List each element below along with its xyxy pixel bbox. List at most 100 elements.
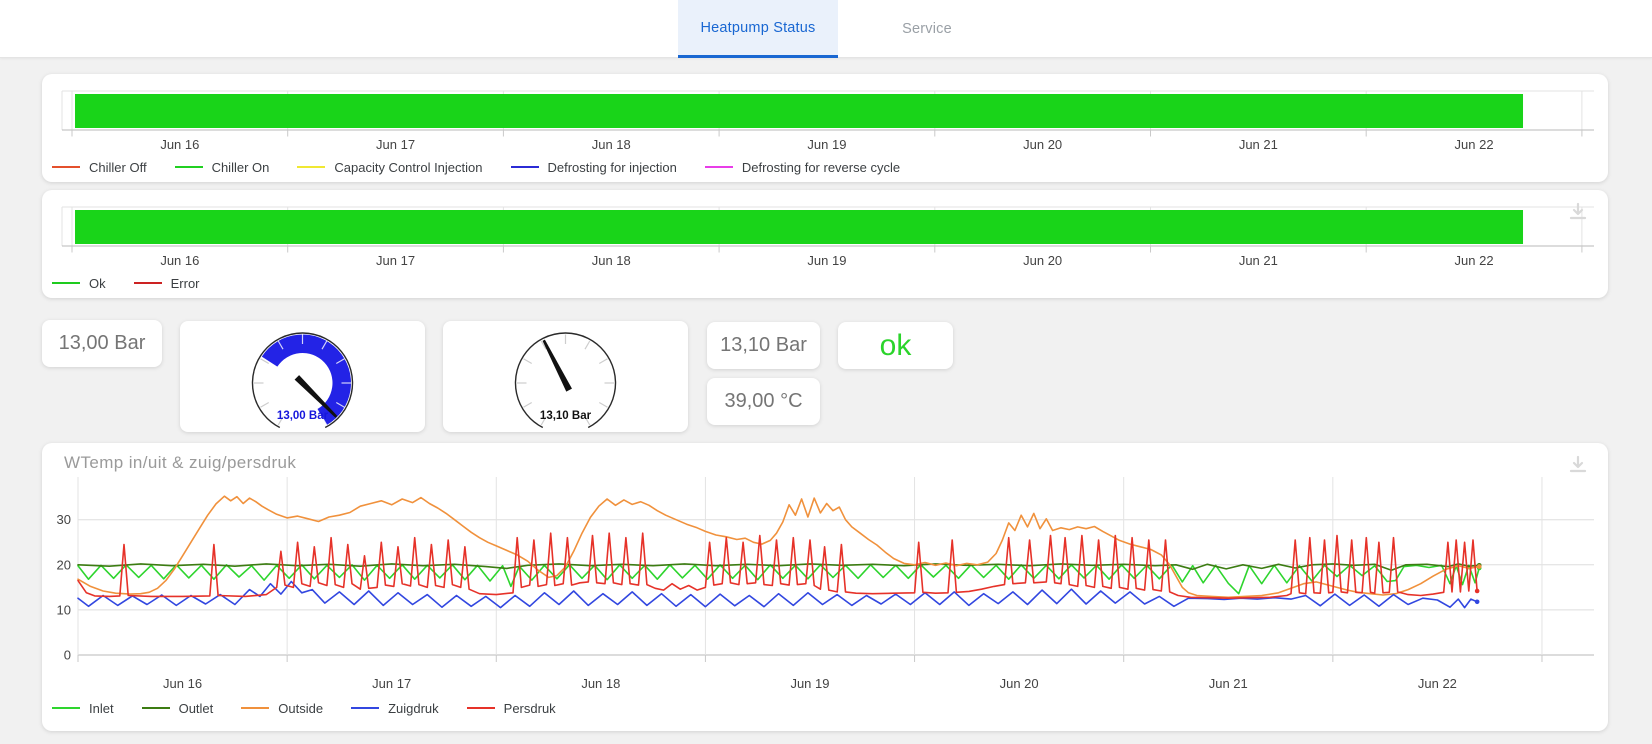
legend-swatch <box>297 166 326 168</box>
gauge-value-label: 13,00 Bar <box>277 410 329 422</box>
tab-bar: Heatpump Status Service <box>678 0 1002 58</box>
widget-row: 13,00 Bar 13,00 Bar 13,10 Bar 13,10 Bar … <box>42 320 1608 432</box>
legend-item: Outlet <box>141 700 214 716</box>
suction-pressure-gauge: 13,00 Bar <box>251 332 354 429</box>
y-axis-label: 10 <box>57 602 71 617</box>
y-axis-label: 20 <box>57 557 71 572</box>
x-axis-label: Jun 17 <box>372 676 411 691</box>
x-axis-label: Jun 22 <box>1418 676 1457 691</box>
gauge-tick <box>584 340 591 350</box>
legend-label: Chiller Off <box>89 159 147 175</box>
discharge-pressure-gauge: 13,10 Bar <box>514 332 617 429</box>
legend-item: Capacity Control Injection <box>297 159 483 175</box>
legend-item: Ok <box>52 276 106 291</box>
discharge-pressure-gauge-card: 13,10 Bar <box>443 321 688 432</box>
legend-item: Chiller On <box>174 159 270 175</box>
x-axis-label: Jun 21 <box>1239 137 1278 152</box>
x-axis-label: Jun 18 <box>592 253 631 268</box>
ok-error-panel: Jun 16 Jun 17 Jun 18 Jun 19 Jun 20 Jun 21 Jun … <box>42 190 1608 298</box>
x-axis-label: Jun 19 <box>790 676 829 691</box>
x-axis-label: Jun 18 <box>581 676 620 691</box>
gauge-tick <box>260 401 270 408</box>
series-endpoint <box>1474 588 1480 594</box>
y-axis-label: 0 <box>64 648 71 663</box>
x-axis-label: Jun 22 <box>1455 137 1494 152</box>
legend-swatch <box>466 707 495 709</box>
wtemp-legend: Inlet Outlet Outside Zuigdruk Persdruk <box>52 700 1608 716</box>
legend-label: Capacity Control Injection <box>334 159 483 175</box>
y-axis-label: 30 <box>57 512 71 527</box>
status-badge: ok <box>838 322 953 369</box>
legend-swatch <box>704 166 733 168</box>
legend-label: Zuigdruk <box>388 700 439 716</box>
legend-label: Outside <box>278 700 324 716</box>
x-axis-label: Jun 21 <box>1239 253 1278 268</box>
legend-label: Chiller On <box>211 159 270 175</box>
discharge-pressure-card: 13,10 Bar <box>707 322 820 369</box>
gauge-tick <box>598 358 608 365</box>
x-axis-label: Jun 20 <box>1000 676 1039 691</box>
x-axis-label: Jun 20 <box>1023 253 1062 268</box>
legend-item: Outside <box>241 701 323 716</box>
series-endpoint <box>1476 564 1482 569</box>
download-icon <box>1569 202 1587 220</box>
legend-label: Defrosting for injection <box>547 159 677 175</box>
x-axis-label: Jun 18 <box>592 137 631 152</box>
x-axis-label: Jun 16 <box>163 676 202 691</box>
suction-pressure-card: 13,00 Bar <box>42 320 162 367</box>
tab-heatpump-status[interactable]: Heatpump Status <box>678 0 838 58</box>
legend-item: Inlet <box>52 701 114 716</box>
legend-swatch <box>174 166 203 168</box>
legend-swatch <box>510 166 539 168</box>
legend-item: Defrosting for injection <box>510 159 677 175</box>
x-axis-label: Jun 17 <box>376 253 415 268</box>
legend-item: Defrosting for reverse cycle <box>704 159 901 175</box>
gauge-tick <box>523 358 533 365</box>
legend-item: Zuigdruk <box>351 701 439 716</box>
x-axis-label: Jun 19 <box>807 253 846 268</box>
series-endpoint <box>1474 599 1480 605</box>
suction-pressure-gauge-card: 13,00 Bar <box>180 321 425 432</box>
download-icon <box>1569 455 1587 473</box>
x-axis-label: Jun 22 <box>1455 253 1494 268</box>
legend-swatch <box>52 707 80 709</box>
legend-item: Persdruk <box>466 700 556 716</box>
x-axis-label: Jun 17 <box>376 137 415 152</box>
ok-error-legend: Ok Error <box>52 275 1608 291</box>
gauge-value-label: 13,10 Bar <box>540 410 592 422</box>
legend-item: Chiller Off <box>52 160 147 175</box>
legend-item: Error <box>133 275 200 291</box>
legend-swatch <box>133 282 162 284</box>
download-chart-button[interactable] <box>1566 453 1590 477</box>
legend-swatch <box>52 282 80 284</box>
gauge-needle <box>542 339 572 392</box>
x-axis-label: Jun 21 <box>1209 676 1248 691</box>
series-outside <box>77 495 1480 599</box>
legend-label: Inlet <box>89 700 114 716</box>
x-axis-label: Jun 19 <box>807 137 846 152</box>
chiller-status-legend: Chiller Off Chiller On Capacity Control In… <box>52 159 1608 175</box>
wtemp-line-chart: 0 10 20 30 Jun 16 Jun 17 Jun 18 Jun 19 Jun 20 Jun… <box>57 477 1594 691</box>
tab-service[interactable]: Service <box>852 0 1002 58</box>
x-axis-label: Jun 16 <box>160 253 199 268</box>
chiller-status-timeline-chart: Jun 16 Jun 17 Jun 18 Jun 19 Jun 20 Jun 21 Jun … <box>61 90 1594 152</box>
legend-label: Outlet <box>178 700 214 716</box>
download-chart-button[interactable] <box>1566 200 1590 224</box>
legend-swatch <box>351 707 380 709</box>
temperature-card: 39,00 °C <box>707 378 820 425</box>
status-bar <box>75 94 1524 128</box>
chiller-status-panel: Jun 16 Jun 17 Jun 18 Jun 19 Jun 20 Jun 21 Jun … <box>42 74 1608 182</box>
gauge-tick <box>523 401 533 408</box>
legend-swatch <box>52 166 80 168</box>
x-axis-label: Jun 20 <box>1023 137 1062 152</box>
gauge-tick <box>598 401 608 408</box>
legend-label: Error <box>170 275 200 291</box>
chart-title: WTemp in/uit & zuig/persdruk <box>64 453 297 472</box>
legend-swatch <box>141 707 170 709</box>
ok-error-timeline-chart: Jun 16 Jun 17 Jun 18 Jun 19 Jun 20 Jun 21 Jun … <box>61 206 1594 268</box>
legend-swatch <box>241 707 270 709</box>
legend-label: Defrosting for reverse cycle <box>741 159 901 175</box>
legend-label: Persdruk <box>503 700 556 716</box>
legend-label: Ok <box>89 275 106 291</box>
status-bar <box>75 210 1524 244</box>
